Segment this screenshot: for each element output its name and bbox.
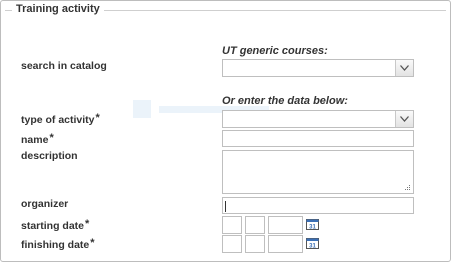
section-title: Training activity [12, 3, 104, 15]
required-mark: * [90, 237, 95, 249]
finishing-date-label: finishing date* [21, 237, 95, 251]
calendar-icon[interactable]: 31 [306, 219, 319, 230]
name-label: name* [21, 132, 54, 146]
required-mark: * [49, 132, 54, 144]
resize-grip-icon[interactable] [405, 185, 411, 191]
catalog-select[interactable] [222, 59, 414, 77]
organizer-label: organizer [21, 198, 69, 210]
manual-entry-hint: Or enter the data below: [222, 95, 348, 107]
description-label: description [21, 150, 78, 162]
name-input[interactable] [222, 130, 414, 147]
text-caret [225, 201, 226, 212]
finishing-date-day-input[interactable] [222, 235, 242, 253]
calendar-icon-text: 31 [309, 225, 316, 231]
chevron-down-icon[interactable] [395, 60, 413, 76]
calendar-icon[interactable]: 31 [306, 238, 319, 249]
description-textarea[interactable] [222, 150, 414, 194]
starting-date-year-input[interactable] [268, 216, 303, 234]
calendar-icon-text: 31 [309, 244, 316, 250]
starting-date-day-input[interactable] [222, 216, 242, 234]
type-of-activity-label: type of activity* [21, 112, 100, 126]
chevron-down-icon[interactable] [395, 111, 413, 127]
type-of-activity-select[interactable] [222, 110, 414, 128]
finishing-date-month-input[interactable] [245, 235, 265, 253]
required-mark: * [85, 218, 90, 230]
required-mark: * [95, 112, 100, 124]
finishing-date-year-input[interactable] [268, 235, 303, 253]
search-in-catalog-label: search in catalog [21, 60, 107, 72]
starting-date-month-input[interactable] [245, 216, 265, 234]
starting-date-label: starting date* [21, 218, 90, 232]
organizer-input[interactable] [222, 197, 414, 214]
catalog-hint: UT generic courses: [222, 45, 328, 57]
